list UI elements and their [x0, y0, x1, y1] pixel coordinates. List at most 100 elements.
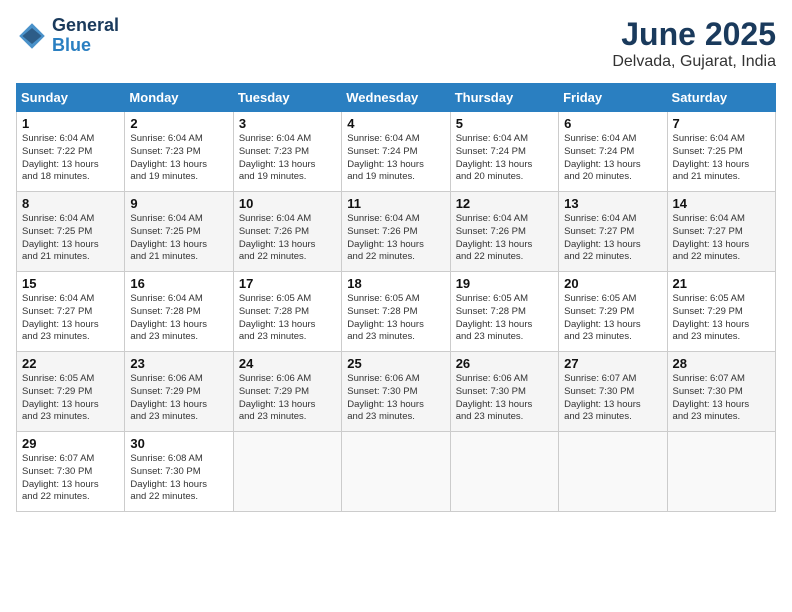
col-header-friday: Friday [559, 84, 667, 112]
cell-info: Sunrise: 6:04 AMSunset: 7:26 PMDaylight:… [347, 213, 424, 262]
cell-info: Sunrise: 6:06 AMSunset: 7:29 PMDaylight:… [239, 373, 316, 422]
day-number: 4 [347, 116, 444, 131]
calendar-cell [667, 432, 775, 512]
calendar-cell: 15 Sunrise: 6:04 AMSunset: 7:27 PMDayligh… [17, 272, 125, 352]
calendar-cell: 6 Sunrise: 6:04 AMSunset: 7:24 PMDaylight… [559, 112, 667, 192]
calendar-cell: 30 Sunrise: 6:08 AMSunset: 7:30 PMDayligh… [125, 432, 233, 512]
day-number: 14 [673, 196, 770, 211]
cell-info: Sunrise: 6:04 AMSunset: 7:28 PMDaylight:… [130, 293, 207, 342]
calendar-cell: 10 Sunrise: 6:04 AMSunset: 7:26 PMDayligh… [233, 192, 341, 272]
cell-info: Sunrise: 6:08 AMSunset: 7:30 PMDaylight:… [130, 453, 207, 502]
calendar-cell: 1 Sunrise: 6:04 AMSunset: 7:22 PMDaylight… [17, 112, 125, 192]
cell-info: Sunrise: 6:04 AMSunset: 7:26 PMDaylight:… [239, 213, 316, 262]
calendar-week-row: 8 Sunrise: 6:04 AMSunset: 7:25 PMDaylight… [17, 192, 776, 272]
location-title: Delvada, Gujarat, India [612, 53, 776, 71]
day-number: 19 [456, 276, 553, 291]
col-header-wednesday: Wednesday [342, 84, 450, 112]
day-number: 2 [130, 116, 227, 131]
cell-info: Sunrise: 6:04 AMSunset: 7:25 PMDaylight:… [22, 213, 99, 262]
calendar-cell: 3Sunrise: 6:04 AMSunset: 7:23 PMDaylight… [233, 112, 341, 192]
cell-info: Sunrise: 6:04 AMSunset: 7:25 PMDaylight:… [130, 213, 207, 262]
calendar-cell: 27Sunrise: 6:07 AMSunset: 7:30 PMDayligh… [559, 352, 667, 432]
calendar-cell [450, 432, 558, 512]
cell-info: Sunrise: 6:06 AMSunset: 7:30 PMDaylight:… [347, 373, 424, 422]
calendar-cell: 17 Sunrise: 6:05 AMSunset: 7:28 PMDayligh… [233, 272, 341, 352]
day-number: 15 [22, 276, 119, 291]
calendar-week-row: 1 Sunrise: 6:04 AMSunset: 7:22 PMDaylight… [17, 112, 776, 192]
calendar-cell: 21 Sunrise: 6:05 AMSunset: 7:29 PMDayligh… [667, 272, 775, 352]
cell-info: Sunrise: 6:04 AMSunset: 7:27 PMDaylight:… [22, 293, 99, 342]
calendar-cell: 18Sunrise: 6:05 AMSunset: 7:28 PMDayligh… [342, 272, 450, 352]
calendar-cell: 22 Sunrise: 6:05 AMSunset: 7:29 PMDayligh… [17, 352, 125, 432]
calendar-cell [342, 432, 450, 512]
day-number: 8 [22, 196, 119, 211]
cell-info: Sunrise: 6:05 AMSunset: 7:29 PMDaylight:… [22, 373, 99, 422]
col-header-monday: Monday [125, 84, 233, 112]
calendar-week-row: 22 Sunrise: 6:05 AMSunset: 7:29 PMDayligh… [17, 352, 776, 432]
calendar-cell: 20Sunrise: 6:05 AMSunset: 7:29 PMDayligh… [559, 272, 667, 352]
day-number: 30 [130, 436, 227, 451]
day-number: 3 [239, 116, 336, 131]
cell-info: Sunrise: 6:04 AMSunset: 7:27 PMDaylight:… [564, 213, 641, 262]
cell-info: Sunrise: 6:04 AMSunset: 7:22 PMDaylight:… [22, 133, 99, 182]
title-block: June 2025 Delvada, Gujarat, India [612, 16, 776, 71]
calendar-cell: 25Sunrise: 6:06 AMSunset: 7:30 PMDayligh… [342, 352, 450, 432]
cell-info: Sunrise: 6:04 AMSunset: 7:25 PMDaylight:… [673, 133, 750, 182]
logo-blue: Blue [52, 36, 119, 56]
day-number: 16 [130, 276, 227, 291]
cell-info: Sunrise: 6:05 AMSunset: 7:28 PMDaylight:… [347, 293, 424, 342]
day-number: 21 [673, 276, 770, 291]
cell-info: Sunrise: 6:04 AMSunset: 7:27 PMDaylight:… [673, 213, 750, 262]
month-title: June 2025 [612, 16, 776, 53]
calendar-cell: 5 Sunrise: 6:04 AMSunset: 7:24 PMDaylight… [450, 112, 558, 192]
day-number: 1 [22, 116, 119, 131]
cell-info: Sunrise: 6:06 AMSunset: 7:29 PMDaylight:… [130, 373, 207, 422]
cell-info: Sunrise: 6:05 AMSunset: 7:29 PMDaylight:… [673, 293, 750, 342]
day-number: 29 [22, 436, 119, 451]
calendar-week-row: 29Sunrise: 6:07 AMSunset: 7:30 PMDayligh… [17, 432, 776, 512]
day-number: 11 [347, 196, 444, 211]
day-number: 26 [456, 356, 553, 371]
col-header-sunday: Sunday [17, 84, 125, 112]
calendar-cell: 12 Sunrise: 6:04 AMSunset: 7:26 PMDayligh… [450, 192, 558, 272]
day-number: 22 [22, 356, 119, 371]
day-number: 12 [456, 196, 553, 211]
cell-info: Sunrise: 6:07 AMSunset: 7:30 PMDaylight:… [673, 373, 750, 422]
cell-info: Sunrise: 6:04 AMSunset: 7:23 PMDaylight:… [130, 133, 207, 182]
day-number: 5 [456, 116, 553, 131]
day-number: 6 [564, 116, 661, 131]
cell-info: Sunrise: 6:04 AMSunset: 7:24 PMDaylight:… [564, 133, 641, 182]
cell-info: Sunrise: 6:04 AMSunset: 7:24 PMDaylight:… [347, 133, 424, 182]
day-number: 17 [239, 276, 336, 291]
calendar-week-row: 15 Sunrise: 6:04 AMSunset: 7:27 PMDayligh… [17, 272, 776, 352]
calendar-cell: 28 Sunrise: 6:07 AMSunset: 7:30 PMDayligh… [667, 352, 775, 432]
calendar-cell: 4 Sunrise: 6:04 AMSunset: 7:24 PMDaylight… [342, 112, 450, 192]
cell-info: Sunrise: 6:04 AMSunset: 7:24 PMDaylight:… [456, 133, 533, 182]
logo-general: General [52, 16, 119, 36]
calendar-cell: 8 Sunrise: 6:04 AMSunset: 7:25 PMDaylight… [17, 192, 125, 272]
day-number: 10 [239, 196, 336, 211]
day-number: 28 [673, 356, 770, 371]
day-number: 24 [239, 356, 336, 371]
day-number: 13 [564, 196, 661, 211]
col-header-tuesday: Tuesday [233, 84, 341, 112]
cell-info: Sunrise: 6:05 AMSunset: 7:28 PMDaylight:… [456, 293, 533, 342]
col-header-thursday: Thursday [450, 84, 558, 112]
calendar-cell: 13 Sunrise: 6:04 AMSunset: 7:27 PMDayligh… [559, 192, 667, 272]
calendar-cell: 11 Sunrise: 6:04 AMSunset: 7:26 PMDayligh… [342, 192, 450, 272]
calendar-cell: 19 Sunrise: 6:05 AMSunset: 7:28 PMDayligh… [450, 272, 558, 352]
cell-info: Sunrise: 6:05 AMSunset: 7:28 PMDaylight:… [239, 293, 316, 342]
calendar-cell [559, 432, 667, 512]
logo: General Blue [16, 16, 119, 56]
col-header-saturday: Saturday [667, 84, 775, 112]
calendar-cell: 2 Sunrise: 6:04 AMSunset: 7:23 PMDaylight… [125, 112, 233, 192]
calendar-cell: 7Sunrise: 6:04 AMSunset: 7:25 PMDaylight… [667, 112, 775, 192]
day-number: 27 [564, 356, 661, 371]
calendar-cell: 26Sunrise: 6:06 AMSunset: 7:30 PMDayligh… [450, 352, 558, 432]
cell-info: Sunrise: 6:04 AMSunset: 7:26 PMDaylight:… [456, 213, 533, 262]
calendar-cell: 23Sunrise: 6:06 AMSunset: 7:29 PMDayligh… [125, 352, 233, 432]
day-number: 9 [130, 196, 227, 211]
day-number: 20 [564, 276, 661, 291]
calendar-cell: 9 Sunrise: 6:04 AMSunset: 7:25 PMDaylight… [125, 192, 233, 272]
calendar-table: SundayMondayTuesdayWednesdayThursdayFrid… [16, 83, 776, 512]
